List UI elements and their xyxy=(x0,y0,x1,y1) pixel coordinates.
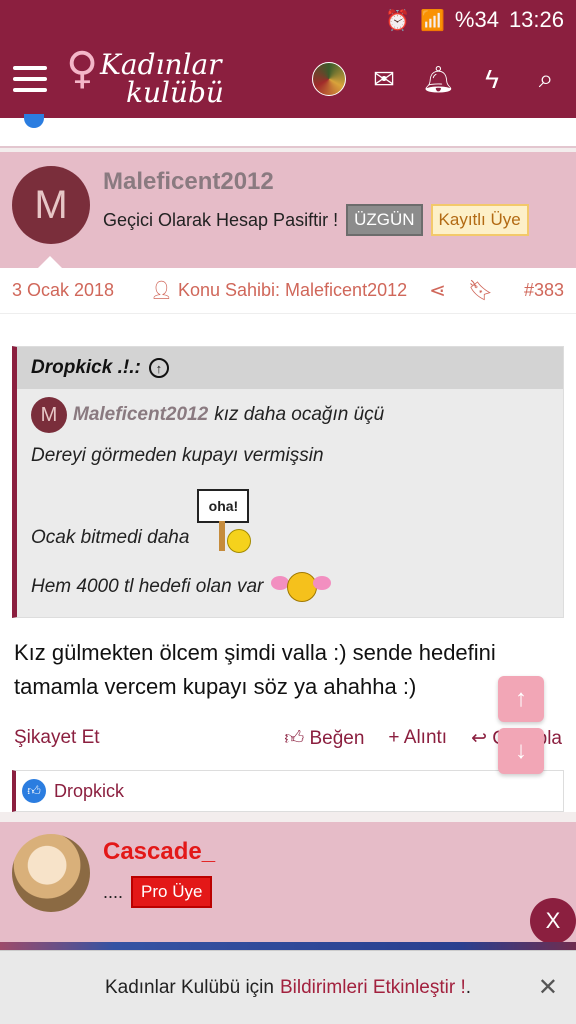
logo-line-2: kulübü xyxy=(126,76,224,109)
post-meta: 3 Ocak 2018 👤︎ Konu Sahibi: Maleficent20… xyxy=(0,268,576,314)
like-label: Beğen xyxy=(309,727,365,749)
like-button[interactable]: 👍︎ Beğen xyxy=(284,727,364,750)
avatar[interactable] xyxy=(12,834,90,912)
clock: 13:26 xyxy=(508,7,564,32)
reaction-user[interactable]: Dropkick xyxy=(54,781,124,802)
menu-line xyxy=(13,88,47,92)
member-badge: Kayıtlı Üye xyxy=(430,204,529,236)
search-icon[interactable]: ⌕ xyxy=(530,63,562,95)
smiley-face xyxy=(287,572,318,602)
quote-label: Alıntı xyxy=(403,727,448,748)
quote-avatar: M xyxy=(31,397,67,433)
post-date[interactable]: 3 Ocak 2018 xyxy=(12,280,114,301)
sign-pole xyxy=(219,521,226,551)
avatar[interactable]: M xyxy=(12,166,90,244)
post-number[interactable]: #383 xyxy=(524,280,564,301)
ad-strip xyxy=(0,942,576,950)
reply-icon: ↩ xyxy=(471,727,487,749)
previous-post-edge xyxy=(0,114,576,148)
menu-button[interactable] xyxy=(0,40,60,118)
mood-badge: ÜZGÜN xyxy=(346,204,423,236)
angry-smiley-icon xyxy=(271,570,332,604)
notification-text: Kadınlar Kulübü için xyxy=(104,976,274,998)
arrow-up-circle-icon[interactable]: ↑ xyxy=(148,358,169,378)
member-badge: Pro Üye xyxy=(131,876,213,908)
inbox-icon[interactable]: ✉ xyxy=(368,64,400,95)
sign-board: oha! xyxy=(197,489,250,523)
menu-line xyxy=(13,77,47,81)
nested-quote-text: kız daha ocağın üçü xyxy=(214,404,385,425)
app-bar: ♀ Kadınlar kulübü ✉ 🔔︎ ϟ ⌕ xyxy=(0,40,576,118)
quote-author: Dropkick .!.: xyxy=(31,357,141,378)
quote-block: Dropkick .!.: ↑ M Maleficent2012 kız dah… xyxy=(12,346,564,618)
lightning-icon[interactable]: ϟ xyxy=(476,64,508,95)
post-author[interactable]: Maleficent2012 xyxy=(103,168,274,196)
quote-line-2: Ocak bitmedi daha xyxy=(31,527,190,548)
header-pointer xyxy=(38,256,62,268)
scroll-down-button[interactable]: ↓ xyxy=(498,728,544,774)
thread-owner: Konu Sahibi: Maleficent2012 xyxy=(177,280,408,300)
quote-line-3: Hem 4000 tl hedefi olan var xyxy=(31,576,264,597)
report-button[interactable]: Şikayet Et xyxy=(14,727,100,749)
close-ad-button[interactable]: X xyxy=(530,898,576,944)
like-reaction-icon: 👍︎ xyxy=(22,779,46,803)
bow-right xyxy=(313,576,332,590)
plus-icon: + xyxy=(388,727,400,748)
scroll-up-button[interactable]: ↑ xyxy=(498,676,544,722)
quote-line-1: Dereyi görmeden kupayı vermişsin xyxy=(31,445,324,466)
oha-sign-emoji-icon: oha! xyxy=(197,483,253,553)
smiley-face xyxy=(227,529,252,553)
nested-quote-author: Maleficent2012 xyxy=(73,404,209,425)
post-user-header: Cascade_ .... Pro Üye xyxy=(0,822,576,942)
arrow-down-icon: ↓ xyxy=(515,737,527,764)
post-user-header: M Maleficent2012 Geçici Olarak Hesap Pas… xyxy=(0,152,576,268)
logo-mark-icon: ♀ xyxy=(66,43,99,94)
enable-notifications-link[interactable]: Bildirimleri Etkinleştir ! xyxy=(280,977,466,999)
notification-banner: Kadınlar Kulübü için Bildirimleri Etkinl… xyxy=(0,950,576,1024)
post: M Maleficent2012 Geçici Olarak Hesap Pas… xyxy=(0,152,576,812)
post-actions: Şikayet Et 👍︎ Beğen + Alıntı ↩ Cevapla xyxy=(0,716,576,760)
like-badge-icon xyxy=(24,114,44,128)
wifi-icon: 📶 xyxy=(419,9,445,32)
user-avatar[interactable] xyxy=(312,62,346,96)
menu-line xyxy=(13,66,47,70)
user-title: Geçici Olarak Hesap Pasiftir ! xyxy=(103,209,339,230)
site-logo[interactable]: ♀ Kadınlar kulübü xyxy=(66,43,224,109)
share-icon[interactable]: ⋖ xyxy=(429,278,446,303)
user-icon: 👤︎ xyxy=(150,280,173,300)
bookmark-icon[interactable]: 🔖︎ xyxy=(468,278,493,303)
quote-header[interactable]: Dropkick .!.: ↑ xyxy=(17,347,563,389)
reaction-bar[interactable]: 👍︎ Dropkick xyxy=(12,770,564,812)
battery-level: %34 xyxy=(454,7,499,32)
close-icon[interactable]: ✕ xyxy=(538,973,558,1002)
arrow-up-icon: ↑ xyxy=(515,685,527,712)
bell-icon[interactable]: 🔔︎ xyxy=(422,64,455,95)
logo-line-1: Kadınlar xyxy=(100,48,222,81)
user-title: .... xyxy=(103,881,124,902)
post-message: Kız gülmekten ölcem şimdi valla :) sende… xyxy=(14,640,496,699)
notification-text-end: . xyxy=(465,976,472,998)
alarm-icon: ⏰ xyxy=(385,9,410,32)
post-author[interactable]: Cascade_ xyxy=(103,838,215,866)
thumbs-up-icon: 👍︎ xyxy=(284,727,305,749)
quote-button[interactable]: + Alıntı xyxy=(388,727,447,749)
status-bar: ⏰ 📶 %34 13:26 xyxy=(0,0,576,40)
